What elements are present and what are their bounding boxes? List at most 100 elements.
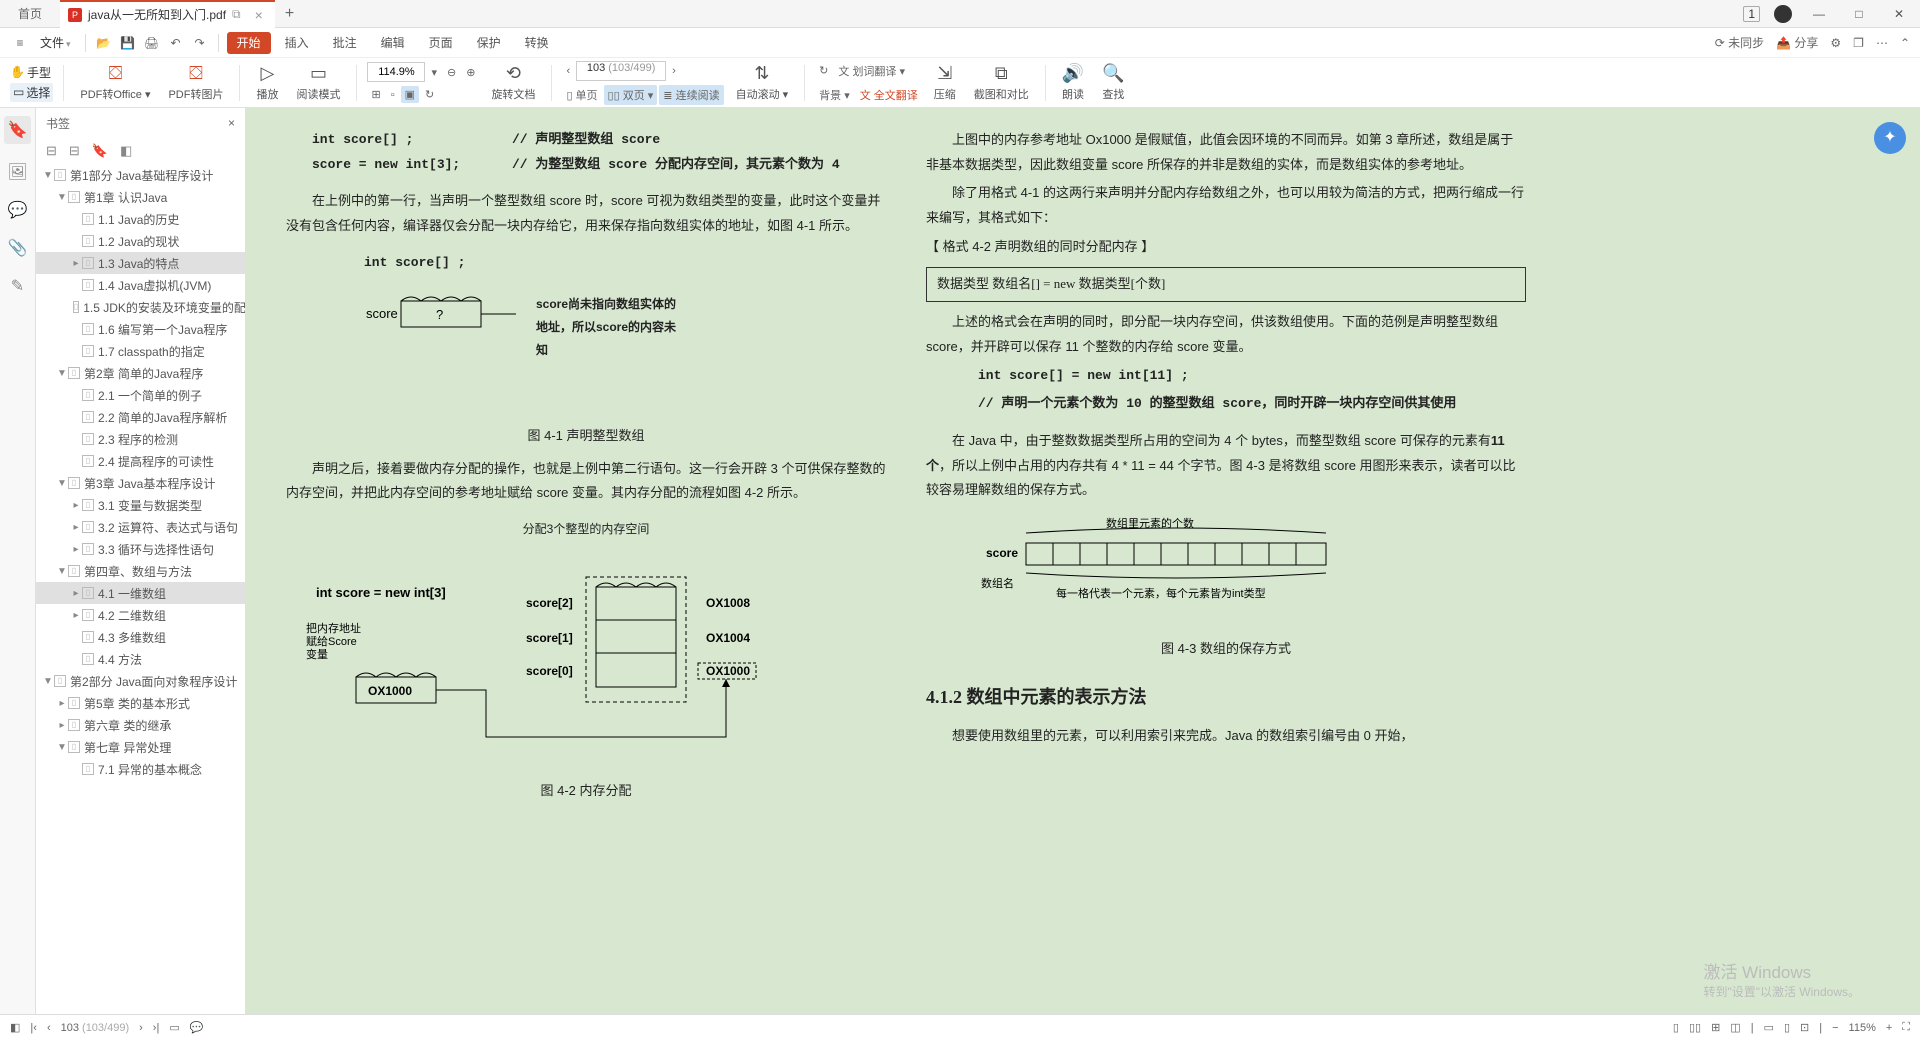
bookmark-item[interactable]: ▸▯3.1 变量与数据类型	[36, 494, 245, 516]
bookmark-item[interactable]: ▯1.2 Java的现状	[36, 230, 245, 252]
sb-mark-icon[interactable]: ▭	[169, 1021, 179, 1034]
sb-fullscreen-icon[interactable]: ⛶	[1902, 1021, 1910, 1034]
open-icon[interactable]: 📂	[94, 36, 114, 50]
bookmark-item[interactable]: ▯4.4 方法	[36, 648, 245, 670]
tab-close-icon[interactable]: ×	[255, 7, 263, 23]
bookmark-item[interactable]: ▸▯3.3 循环与选择性语句	[36, 538, 245, 560]
bookmark-item[interactable]: ▼▯第3章 Java基本程序设计	[36, 472, 245, 494]
bookmark-item[interactable]: ▸▯3.2 运算符、表达式与语句	[36, 516, 245, 538]
bookmark-item[interactable]: ▸▯4.1 一维数组	[36, 582, 245, 604]
bookmark-item[interactable]: ▼▯第2部分 Java面向对象程序设计	[36, 670, 245, 692]
tab-start[interactable]: 开始	[227, 32, 271, 54]
tab-home[interactable]: 首页	[0, 0, 60, 28]
bookmark-item[interactable]: ▯4.3 多维数组	[36, 626, 245, 648]
bm-expand-icon[interactable]: ⊟	[46, 143, 57, 159]
badge-count[interactable]: 1	[1743, 6, 1760, 22]
background[interactable]: 背景 ▾	[815, 85, 854, 105]
bookmark-item[interactable]: ▼▯第2章 简单的Java程序	[36, 362, 245, 384]
bookmark-item[interactable]: ▯1.7 classpath的指定	[36, 340, 245, 362]
pdf-to-image[interactable]: ⛋PDF转图片	[162, 63, 229, 102]
minimize-icon[interactable]: —	[1806, 7, 1832, 21]
prev-page-icon[interactable]: ‹	[562, 63, 574, 79]
bookmark-item[interactable]: ▸▯4.2 二维数组	[36, 604, 245, 626]
sb-zoom-in-icon[interactable]: +	[1886, 1022, 1892, 1034]
bookmark-item[interactable]: ▸▯第六章 类的继承	[36, 714, 245, 736]
read-aloud[interactable]: 🔊朗读	[1056, 63, 1090, 102]
bookmark-item[interactable]: ▼▯第四章、数组与方法	[36, 560, 245, 582]
attachment-panel-icon[interactable]: 📎	[8, 238, 28, 258]
sb-panel-icon[interactable]: ◧	[10, 1021, 20, 1034]
print-icon[interactable]: 🖨	[142, 36, 162, 50]
select-tool[interactable]: ▭选择	[10, 83, 53, 102]
continuous-read[interactable]: ≣ 连续阅读	[659, 85, 723, 105]
bm-nav-icon[interactable]: ◧	[120, 143, 132, 159]
gear-icon[interactable]: ⚙	[1830, 36, 1841, 50]
bookmark-item[interactable]: ▯2.3 程序的检测	[36, 428, 245, 450]
pdf-to-office[interactable]: ⛋PDF转Office ▾	[74, 63, 156, 102]
bookmark-item[interactable]: ▯1.5 JDK的安装及环境变量的配置	[36, 296, 245, 318]
tab-add-button[interactable]: +	[275, 5, 304, 23]
bookmark-item[interactable]: ▯1.1 Java的历史	[36, 208, 245, 230]
bookmark-item[interactable]: ▯2.1 一个简单的例子	[36, 384, 245, 406]
bookmark-panel-icon[interactable]: 🔖	[4, 116, 32, 144]
rotate-icon[interactable]: ↻	[421, 86, 438, 103]
bookmark-item[interactable]: ▯2.2 简单的Java程序解析	[36, 406, 245, 428]
avatar-icon[interactable]	[1774, 5, 1792, 23]
hamburger-icon[interactable]: ≡	[10, 36, 30, 50]
bookmark-item[interactable]: ▯1.4 Java虚拟机(JVM)	[36, 274, 245, 296]
bookmark-item[interactable]: ▯1.6 编写第一个Java程序	[36, 318, 245, 340]
more-icon[interactable]: ⋯	[1876, 36, 1888, 50]
find[interactable]: 🔍查找	[1096, 63, 1130, 102]
sb-next-page-icon[interactable]: ›	[139, 1022, 143, 1034]
read-mode[interactable]: ▭阅读模式	[290, 63, 346, 102]
sb-page-input[interactable]: 103 (103/499)	[61, 1022, 130, 1034]
bookmark-item[interactable]: ▼▯第1部分 Java基础程序设计	[36, 164, 245, 186]
refresh-icon[interactable]: ↻	[815, 62, 832, 79]
sb-view3-icon[interactable]: ⊞	[1711, 1021, 1720, 1034]
bookmark-item[interactable]: ▼▯第1章 认识Java	[36, 186, 245, 208]
comment-panel-icon[interactable]: 💬	[8, 200, 28, 220]
translate-full[interactable]: 文 全文翻译	[856, 85, 922, 105]
tab-pin-icon[interactable]: ⧉	[232, 7, 241, 22]
translate-word[interactable]: 文 划词翻译 ▾	[834, 61, 909, 81]
sb-first-page-icon[interactable]: |‹	[30, 1022, 37, 1034]
bookmarks-close-icon[interactable]: ×	[228, 116, 235, 130]
sb-zoom-value[interactable]: 115%	[1849, 1022, 1876, 1034]
sb-fit3-icon[interactable]: ⊡	[1800, 1021, 1809, 1034]
tab-file[interactable]: P java从一无所知到入门.pdf ⧉ ×	[60, 0, 275, 28]
play-button[interactable]: ▷播放	[250, 63, 284, 102]
actual-size-icon[interactable]: ▣	[401, 86, 419, 103]
zoom-input[interactable]	[367, 62, 425, 82]
sb-view1-icon[interactable]: ▯	[1673, 1021, 1679, 1034]
next-page-icon[interactable]: ›	[668, 63, 680, 79]
bm-add-icon[interactable]: 🔖	[92, 143, 108, 159]
sync-status[interactable]: ⟳ 未同步	[1715, 34, 1764, 51]
bookmark-item[interactable]: ▸▯1.3 Java的特点	[36, 252, 245, 274]
bookmark-item[interactable]: ▸▯第5章 类的基本形式	[36, 692, 245, 714]
maximize-icon[interactable]: □	[1846, 7, 1872, 21]
sb-view2-icon[interactable]: ▯▯	[1689, 1021, 1701, 1034]
tab-protect[interactable]: 保护	[467, 28, 511, 58]
assistant-float-button[interactable]: ✦	[1874, 122, 1906, 154]
autoscroll[interactable]: ⇅自动滚动 ▾	[730, 63, 795, 102]
sb-comment-icon[interactable]: 💬	[190, 1021, 204, 1034]
screenshot-compare[interactable]: ⧉截图和对比	[968, 63, 1035, 102]
rotate-doc[interactable]: ⟲旋转文档	[485, 63, 541, 102]
share-button[interactable]: 📤 分享	[1776, 34, 1818, 51]
collapse-icon[interactable]: ⌃	[1900, 36, 1910, 50]
tab-convert[interactable]: 转换	[515, 28, 559, 58]
file-menu[interactable]: 文件▾	[34, 34, 77, 51]
hand-tool[interactable]: ✋手型	[10, 64, 53, 81]
signature-panel-icon[interactable]: ✎	[11, 276, 24, 296]
bookmark-item[interactable]: ▼▯第七章 异常处理	[36, 736, 245, 758]
page-input[interactable]: 103 (103/499)	[576, 61, 666, 81]
window-icon[interactable]: ❐	[1853, 36, 1864, 50]
fit-width-icon[interactable]: ⊞	[367, 86, 384, 103]
sb-last-page-icon[interactable]: ›|	[153, 1022, 160, 1034]
undo-icon[interactable]: ↶	[166, 36, 186, 50]
document-viewport[interactable]: ✦ int score[] ;// 声明整型数组 score score = n…	[246, 108, 1920, 1014]
sb-prev-page-icon[interactable]: ‹	[47, 1022, 51, 1034]
tab-page[interactable]: 页面	[419, 28, 463, 58]
tab-annotate[interactable]: 批注	[323, 28, 367, 58]
redo-icon[interactable]: ↷	[190, 36, 210, 50]
